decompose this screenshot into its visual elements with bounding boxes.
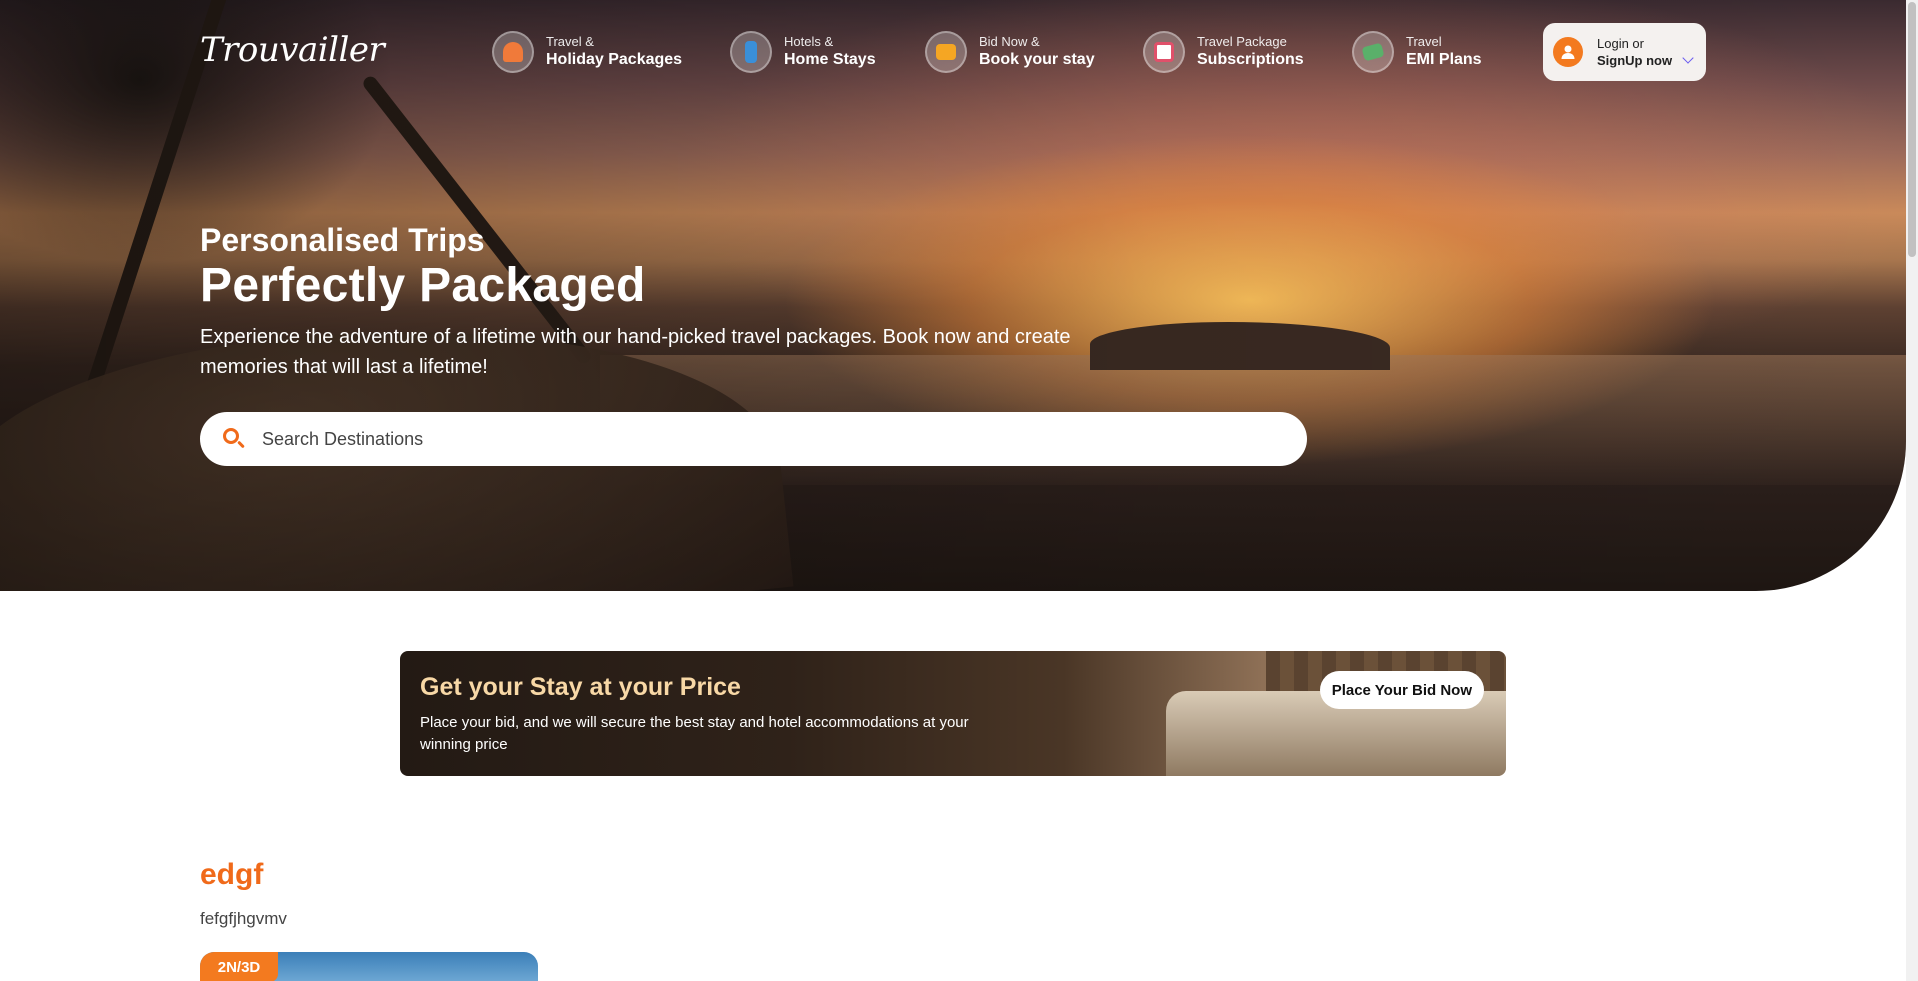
nav-item-caption: Bid Now &	[979, 34, 1040, 49]
nav-holiday-packages[interactable]: Travel & Holiday Packages	[492, 30, 682, 74]
nav-emi-plans[interactable]: Travel EMI Plans	[1352, 30, 1482, 74]
nav-item-label: Subscriptions	[1197, 51, 1304, 68]
nav-item-label: EMI Plans	[1406, 51, 1482, 68]
bid-banner-title: Get your Stay at your Price	[420, 673, 741, 701]
nav-item-label: Home Stays	[784, 51, 876, 68]
wallet-icon	[925, 31, 967, 73]
nav-item-caption: Travel &	[546, 34, 594, 49]
bid-banner: Get your Stay at your Price Place your b…	[400, 651, 1506, 776]
section-subtitle: fefgfjhgvmv	[200, 909, 287, 928]
search-input[interactable]	[262, 419, 1307, 459]
section-title: edgf	[200, 858, 264, 891]
nav-item-label: Book your stay	[979, 51, 1095, 68]
destination-search-bar[interactable]	[200, 412, 1307, 466]
scrollbar-thumb[interactable]	[1908, 2, 1916, 257]
page-scrollbar[interactable]	[1906, 0, 1918, 981]
bid-banner-description: Place your bid, and we will secure the b…	[420, 714, 969, 753]
nav-home-stays[interactable]: Hotels & Home Stays	[730, 30, 876, 74]
nav-item-label: Holiday Packages	[546, 51, 683, 68]
login-label: Login or	[1597, 36, 1644, 51]
beach-umbrella-icon	[492, 31, 534, 73]
nav-subscriptions[interactable]: Travel Package Subscriptions	[1143, 30, 1304, 74]
chevron-down-icon	[1682, 52, 1694, 64]
nav-item-caption: Travel Package	[1197, 34, 1287, 49]
brand-logo[interactable]: Trouvailler	[200, 30, 385, 70]
calendar-icon	[1143, 31, 1185, 73]
hotel-building-icon	[730, 31, 772, 73]
hero-description: Experience the adventure of a lifetime w…	[200, 326, 1071, 378]
nav-item-caption: Travel	[1406, 34, 1442, 49]
laptop-payment-icon	[1352, 31, 1394, 73]
user-avatar-icon	[1553, 37, 1583, 67]
login-signup-button[interactable]: Login or SignUp now	[1543, 23, 1706, 81]
nav-book-your-stay[interactable]: Bid Now & Book your stay	[925, 30, 1095, 74]
hero-title: Perfectly Packaged	[200, 259, 646, 312]
nav-item-caption: Hotels &	[784, 34, 834, 49]
place-bid-button[interactable]: Place Your Bid Now	[1319, 671, 1484, 709]
duration-badge: 2N/3D	[200, 952, 278, 981]
search-icon	[222, 427, 246, 451]
signup-label: SignUp now	[1597, 53, 1673, 68]
package-card[interactable]: 2N/3D	[200, 952, 538, 981]
hero-subtitle: Personalised Trips	[200, 222, 485, 258]
